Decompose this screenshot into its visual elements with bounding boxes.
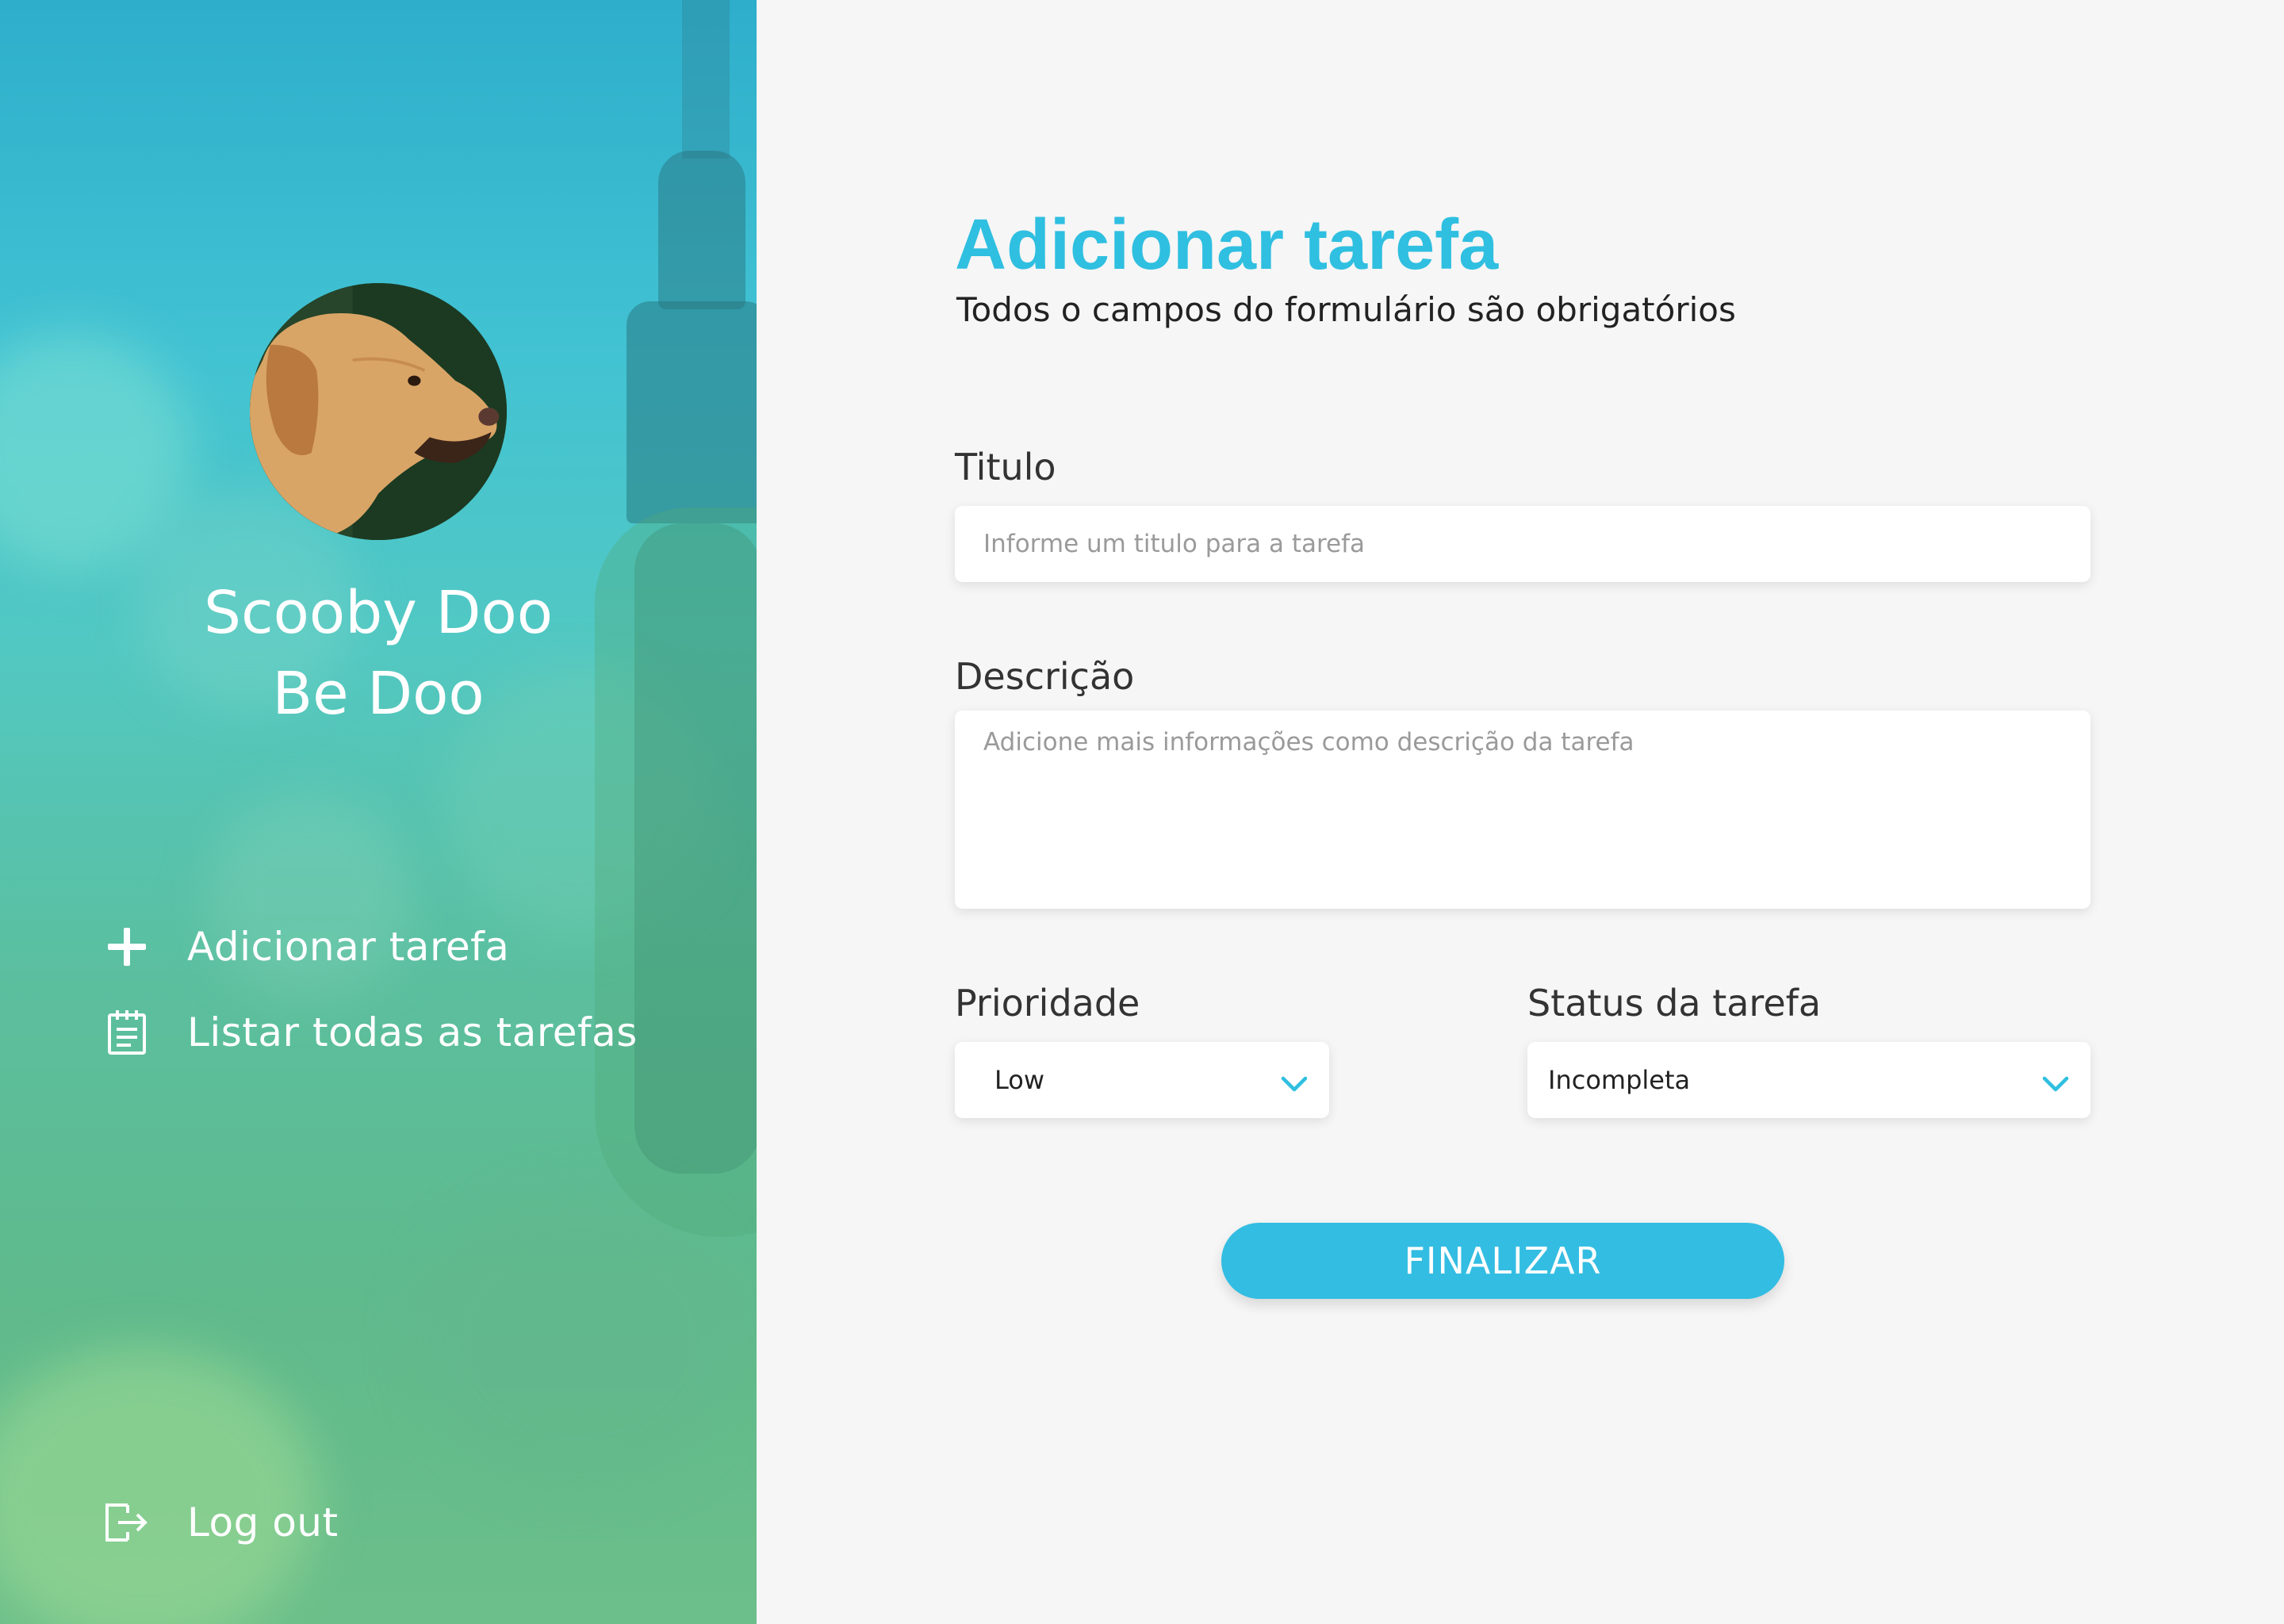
chevron-down-icon [2042,1076,2069,1092]
priority-field-label: Prioridade [955,982,1140,1025]
background-bulb-cap [658,151,745,309]
page-subtitle: Todos o campos do formulário são obrigat… [956,290,1736,329]
status-selected-value: Incompleta [1548,1065,1691,1095]
plus-icon [103,923,151,971]
finalize-button[interactable]: FINALIZAR [1221,1223,1784,1299]
page-title: Adicionar tarefa [955,205,1499,285]
nav-logout-label: Log out [187,1500,339,1545]
main-content: Adicionar tarefa Todos o campos do formu… [757,0,2284,1624]
priority-selected-value: Low [994,1065,1045,1095]
title-field-label: Titulo [955,446,1056,488]
nav-list-tasks[interactable]: Listar todas as tarefas [103,1009,638,1056]
nav-add-task-label: Adicionar tarefa [187,924,510,970]
chevron-down-icon [1281,1076,1308,1092]
nav-logout[interactable]: Log out [103,1499,339,1546]
nav-add-task[interactable]: Adicionar tarefa [103,923,509,971]
app: Scooby Doo Be Doo Adicionar tarefa Lista… [0,0,2284,1624]
background-bulb-stem [682,0,730,159]
user-name: Scooby Doo Be Doo [0,573,757,734]
priority-select[interactable]: Low [955,1042,1329,1118]
dog-avatar-image [250,283,507,540]
background-bulb-neck [627,301,757,523]
status-field-label: Status da tarefa [1527,982,1822,1025]
clipboard-list-icon [103,1009,151,1056]
background-bokeh [0,1348,317,1624]
avatar [250,283,507,540]
description-textarea[interactable] [955,710,2090,909]
nav-list-tasks-label: Listar todas as tarefas [187,1009,638,1055]
user-name-line2: Be Doo [272,660,485,728]
description-field-label: Descrição [955,655,1135,698]
title-input[interactable] [955,506,2090,582]
background-bokeh [412,1189,745,1491]
user-name-line1: Scooby Doo [203,579,554,647]
sidebar: Scooby Doo Be Doo Adicionar tarefa Lista… [0,0,757,1624]
logout-icon [103,1499,151,1546]
status-select[interactable]: Incompleta [1527,1042,2090,1118]
